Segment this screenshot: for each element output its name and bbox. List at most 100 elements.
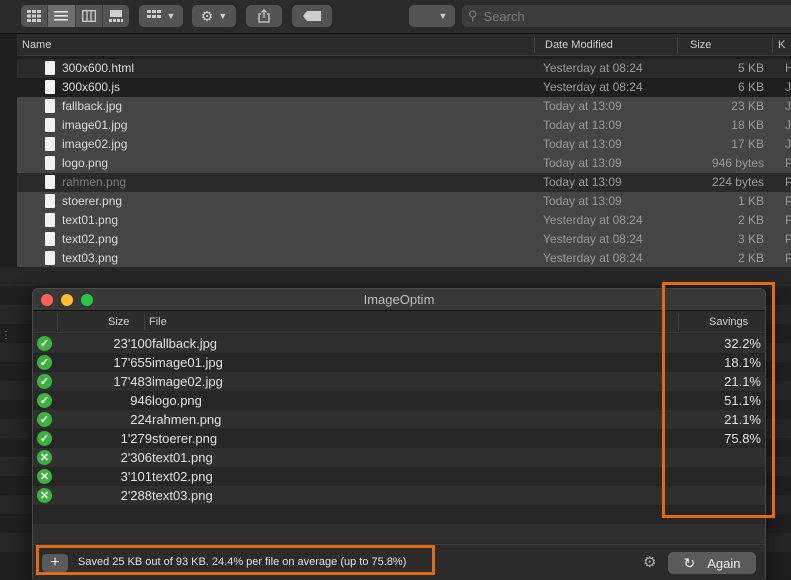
- column-header-file[interactable]: File: [149, 316, 167, 328]
- tag-icon: [303, 11, 321, 21]
- result-file: image02.jpg: [152, 374, 223, 389]
- chevron-down-icon: ▼: [166, 11, 176, 21]
- grid-icon: [27, 10, 42, 22]
- result-row[interactable]: ✓ 17'655 image01.jpg 18.1%: [33, 353, 765, 372]
- checkmark-icon: ✓: [37, 412, 52, 427]
- checkmark-icon: ✓: [37, 431, 52, 446]
- file-kind: P: [785, 175, 791, 189]
- file-size: 18 KB: [731, 118, 764, 132]
- imageoptim-table-header: Size File Savings: [33, 311, 765, 333]
- savings-summary: Saved 25 KB out of 93 KB. 24.4% per file…: [78, 556, 407, 568]
- result-row[interactable]: ✓ 1'279 stoerer.png 75.8%: [33, 429, 765, 448]
- gear-icon[interactable]: ⚙: [643, 555, 659, 571]
- search-field[interactable]: ⚲: [462, 5, 791, 27]
- file-icon: [45, 194, 55, 208]
- result-savings: 21.1%: [724, 412, 761, 427]
- result-file: image01.jpg: [152, 355, 223, 370]
- file-row[interactable]: 300x600.js Yesterday at 08:24 6 KB J: [17, 78, 791, 97]
- file-kind: J: [785, 118, 791, 132]
- column-header-savings[interactable]: Savings: [709, 316, 748, 328]
- file-name: text03.png: [62, 251, 119, 265]
- file-kind: P: [785, 251, 791, 265]
- result-savings: 51.1%: [724, 393, 761, 408]
- group-grid-icon: [146, 10, 161, 18]
- share-button[interactable]: [246, 5, 282, 27]
- file-icon: [45, 251, 55, 265]
- close-window-button[interactable]: [41, 294, 53, 306]
- file-size: 2 KB: [737, 213, 764, 227]
- result-row[interactable]: ✓ 23'100 fallback.jpg 32.2%: [33, 334, 765, 353]
- result-size: 17'655: [113, 355, 152, 370]
- column-header-kind[interactable]: K: [778, 39, 785, 51]
- refresh-icon: ↻: [683, 554, 696, 571]
- column-view-button[interactable]: [76, 5, 103, 27]
- column-header-size[interactable]: Size: [108, 316, 129, 328]
- column-header-size[interactable]: Size: [690, 39, 711, 51]
- gallery-view-button[interactable]: [103, 5, 129, 27]
- result-file: rahmen.png: [152, 412, 222, 427]
- imageoptim-titlebar: ImageOptim: [33, 289, 765, 311]
- file-icon: [45, 213, 55, 227]
- file-date: Yesterday at 08:24: [543, 80, 643, 94]
- tags-button[interactable]: [292, 5, 332, 27]
- file-name: image01.jpg: [62, 118, 128, 132]
- zoom-window-button[interactable]: [81, 294, 93, 306]
- file-date: Yesterday at 08:24: [543, 213, 643, 227]
- search-icon: ⚲: [468, 8, 478, 23]
- file-size: 5 KB: [737, 61, 764, 75]
- file-row[interactable]: image01.jpg Today at 13:09 18 KB J: [17, 116, 791, 135]
- file-row[interactable]: logo.png Today at 13:09 946 bytes P: [17, 154, 791, 173]
- column-header-name[interactable]: Name: [22, 39, 51, 51]
- result-size: 224: [130, 412, 152, 427]
- group-by-button[interactable]: ▼: [139, 5, 183, 27]
- file-size: 1 KB: [737, 194, 764, 208]
- file-kind: J: [785, 80, 791, 94]
- minimize-window-button[interactable]: [61, 294, 73, 306]
- file-row[interactable]: stoerer.png Today at 13:09 1 KB P: [17, 192, 791, 211]
- chevron-down-icon: ▼: [218, 11, 228, 21]
- file-size: 6 KB: [737, 80, 764, 94]
- file-row[interactable]: text02.png Yesterday at 08:24 3 KB P: [17, 230, 791, 249]
- again-button[interactable]: ↻ Again: [668, 552, 756, 574]
- file-date: Today at 13:09: [543, 99, 622, 113]
- file-size: 17 KB: [731, 137, 764, 151]
- imageoptim-footer: + Saved 25 KB out of 93 KB. 24.4% per fi…: [33, 544, 765, 580]
- search-input[interactable]: [481, 7, 762, 25]
- result-file: fallback.jpg: [152, 336, 218, 351]
- file-row[interactable]: text01.png Yesterday at 08:24 2 KB P: [17, 211, 791, 230]
- file-row[interactable]: rahmen.png Today at 13:09 224 bytes P: [17, 173, 791, 192]
- add-files-button[interactable]: +: [42, 554, 68, 572]
- result-savings: 75.8%: [724, 431, 761, 446]
- finder-toolbar: ▼ ⚙ ▼ ▼ ⚲: [0, 0, 791, 34]
- result-row[interactable]: ✓ 224 rahmen.png 21.1%: [33, 410, 765, 429]
- file-row[interactable]: image02.jpg Today at 13:09 17 KB J: [17, 135, 791, 154]
- file-row[interactable]: 300x600.html Yesterday at 08:24 5 KB H: [17, 59, 791, 78]
- action-menu-button[interactable]: ⚙ ▼: [192, 5, 236, 27]
- result-size: 1'279: [120, 431, 152, 446]
- column-divider: [144, 314, 145, 330]
- file-kind: H: [785, 61, 791, 75]
- file-name: text02.png: [62, 232, 119, 246]
- column-header-date[interactable]: Date Modified: [545, 39, 613, 51]
- file-icon: [45, 156, 55, 170]
- resize-handle-icon: ⋮: [1, 330, 11, 341]
- list-view-button[interactable]: [48, 5, 76, 27]
- view-mode-segmented-control[interactable]: [21, 5, 129, 27]
- file-row[interactable]: text03.png Yesterday at 08:24 2 KB P: [17, 249, 791, 268]
- column-divider: [534, 37, 535, 53]
- file-kind: P: [785, 232, 791, 246]
- result-savings: 32.2%: [724, 336, 761, 351]
- result-row[interactable]: ✓ 946 logo.png 51.1%: [33, 391, 765, 410]
- result-row[interactable]: ✕ 2'288 text03.png: [33, 486, 765, 505]
- result-row[interactable]: ✓ 17'483 image02.jpg 21.1%: [33, 372, 765, 391]
- result-savings: 18.1%: [724, 355, 761, 370]
- icon-view-button[interactable]: [21, 5, 49, 27]
- file-icon: [45, 137, 55, 151]
- path-dropdown[interactable]: ▼: [409, 5, 455, 27]
- gear-icon: ⚙: [200, 7, 214, 24]
- file-row[interactable]: fallback.jpg Today at 13:09 23 KB J: [17, 97, 791, 116]
- result-row[interactable]: ✕ 2'306 text01.png: [33, 448, 765, 467]
- x-mark-icon: ✕: [37, 488, 52, 503]
- file-date: Today at 13:09: [543, 137, 622, 151]
- result-row[interactable]: ✕ 3'101 text02.png: [33, 467, 765, 486]
